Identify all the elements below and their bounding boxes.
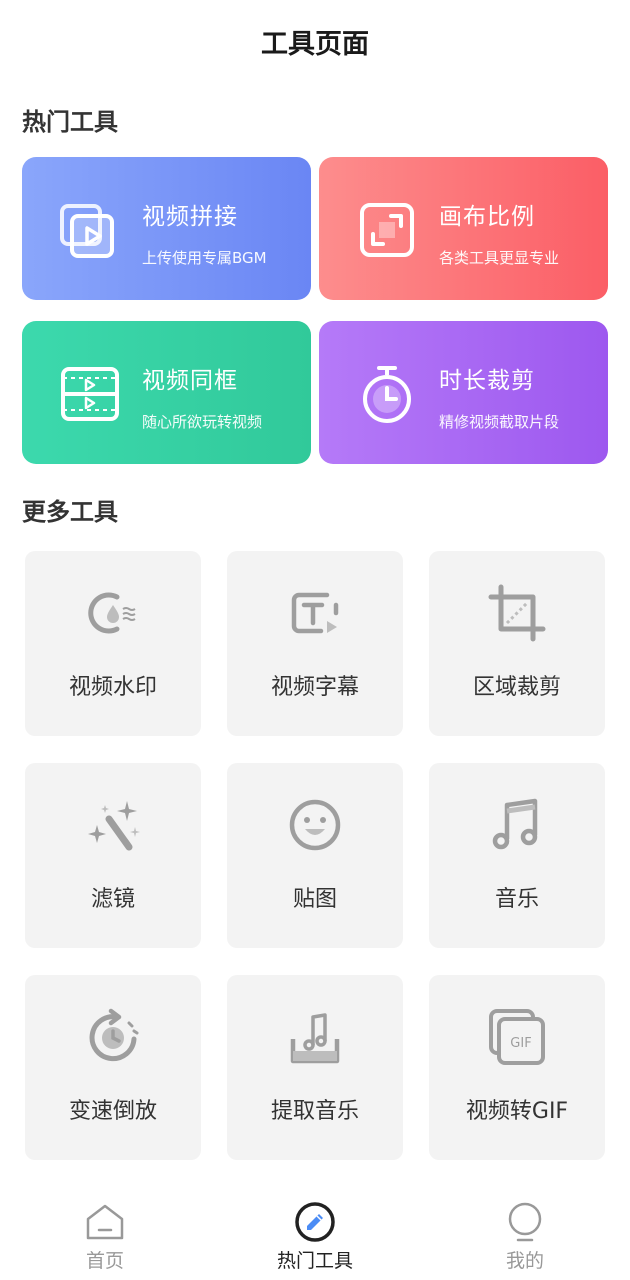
tool-label: 变速倒放 — [68, 1099, 157, 1124]
hot-tools-grid: 视频拼接 上传使用专属BGM 画布比例 各类工具更显专业 视频同框 随心所欲玩转… — [22, 157, 608, 464]
tool-label: 贴图 — [292, 887, 337, 912]
home-icon — [86, 1204, 124, 1240]
more-tools-heading: 更多工具 — [22, 498, 118, 526]
hot-tool-title: 视频拼接 — [142, 204, 238, 230]
hot-tool-duration-trim[interactable]: 时长裁剪 精修视频截取片段 — [319, 321, 608, 464]
tool-extract-music[interactable]: 提取音乐 — [227, 975, 403, 1160]
hot-tools-icon — [295, 1202, 335, 1242]
tab-home[interactable]: 首页 — [40, 1190, 170, 1273]
tool-label: 滤镜 — [90, 887, 135, 912]
page-title: 工具页面 — [261, 29, 369, 60]
hot-tool-subtitle: 各类工具更显专业 — [439, 249, 560, 267]
profile-icon — [508, 1202, 542, 1242]
bottom-tab-bar: 首页 热门工具 我的 — [0, 1190, 630, 1280]
hot-tool-title: 画布比例 — [439, 204, 535, 230]
hot-tool-canvas-ratio[interactable]: 画布比例 各类工具更显专业 — [319, 157, 608, 300]
tool-label: 视频字幕 — [270, 675, 359, 700]
tab-profile[interactable]: 我的 — [460, 1190, 590, 1273]
tool-label: 视频转GIF — [465, 1099, 569, 1124]
hot-tool-subtitle: 随心所欲玩转视频 — [142, 413, 263, 431]
tool-video-subtitle[interactable]: 视频字幕 — [227, 551, 403, 736]
tool-label: 提取音乐 — [270, 1099, 359, 1124]
hot-tool-subtitle: 上传使用专属BGM — [142, 249, 267, 267]
video-splice-icon — [60, 204, 114, 258]
tool-filter[interactable]: 滤镜 — [25, 763, 201, 948]
tab-hot-tools[interactable]: 热门工具 — [250, 1190, 380, 1273]
hot-tool-subtitle: 精修视频截取片段 — [439, 413, 560, 431]
extract-music-icon — [290, 1013, 340, 1064]
hot-tool-video-splice[interactable]: 视频拼接 上传使用专属BGM — [22, 157, 311, 300]
more-tools-grid: 视频水印 视频字幕 区域裁剪 滤镜 贴图 音乐 变速倒放 提取音乐 GIF 视频… — [25, 551, 605, 1160]
hot-tools-heading: 热门工具 — [22, 108, 118, 136]
video-duet-icon — [61, 367, 119, 421]
tool-video-watermark[interactable]: 视频水印 — [25, 551, 201, 736]
sticker-icon — [289, 799, 341, 851]
canvas-ratio-icon — [360, 203, 414, 257]
tab-label: 热门工具 — [276, 1250, 353, 1272]
tab-label: 首页 — [85, 1250, 124, 1272]
stopwatch-icon — [363, 366, 411, 423]
reverse-speed-icon — [89, 1008, 139, 1062]
tool-sticker[interactable]: 贴图 — [227, 763, 403, 948]
tool-label: 区域裁剪 — [472, 675, 561, 700]
tool-label: 音乐 — [494, 887, 539, 912]
magic-wand-icon — [88, 801, 140, 851]
hot-tool-title: 时长裁剪 — [439, 368, 535, 394]
tool-video-to-gif[interactable]: GIF 视频转GIF — [429, 975, 605, 1160]
tab-label: 我的 — [505, 1250, 544, 1272]
music-note-icon — [492, 798, 538, 850]
tool-region-crop[interactable]: 区域裁剪 — [429, 551, 605, 736]
hot-tool-title: 视频同框 — [142, 368, 238, 394]
subtitle-icon — [291, 592, 339, 634]
tool-label: 视频水印 — [68, 675, 157, 700]
hot-tool-video-duet[interactable]: 视频同框 随心所欲玩转视频 — [22, 321, 311, 464]
tool-music[interactable]: 音乐 — [429, 763, 605, 948]
crop-icon — [488, 584, 546, 642]
watermark-icon — [88, 592, 136, 634]
tool-speed-reverse[interactable]: 变速倒放 — [25, 975, 201, 1160]
gif-icon-text: GIF — [510, 1036, 531, 1051]
gif-icon: GIF — [489, 1009, 545, 1065]
